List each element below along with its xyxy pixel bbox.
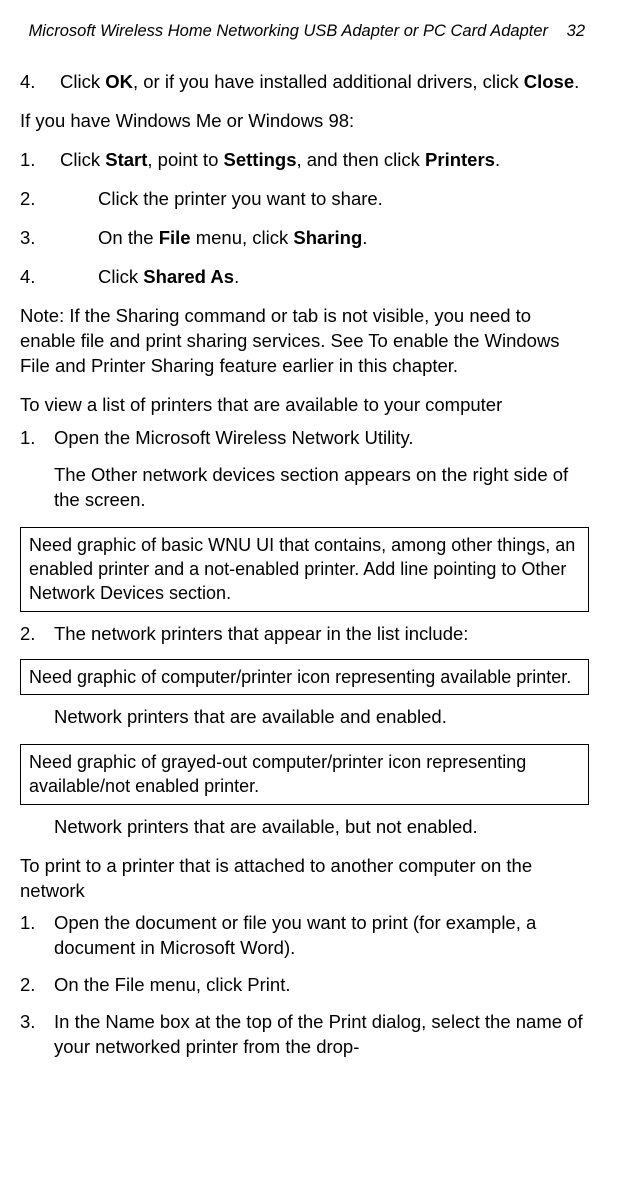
note-paragraph: Note: If the Sharing command or tab is n… xyxy=(20,304,589,379)
item-content: In the Name box at the top of the Print … xyxy=(54,1010,589,1060)
item-content: Click the printer you want to share. xyxy=(98,187,589,212)
list-item: 2. The network printers that appear in t… xyxy=(20,622,589,647)
item-content: The network printers that appear in the … xyxy=(54,622,589,647)
item-content: On the File menu, click Sharing. xyxy=(98,226,589,251)
sub-paragraph: Network printers that are available and … xyxy=(54,705,589,730)
item-number: 2. xyxy=(20,973,54,998)
list-item: 3. In the Name box at the top of the Pri… xyxy=(20,1010,589,1060)
list-item: 2. On the File menu, click Print. xyxy=(20,973,589,998)
list-item: 1. Click Start, point to Settings, and t… xyxy=(20,148,589,173)
page-header: Microsoft Wireless Home Networking USB A… xyxy=(20,20,589,42)
section-heading: To print to a printer that is attached t… xyxy=(20,854,589,904)
list-item: 4. Click OK, or if you have installed ad… xyxy=(20,70,589,95)
item-content: Click Shared As. xyxy=(98,265,589,290)
sub-paragraph: The Other network devices section appear… xyxy=(54,463,589,513)
item-content: Open the Microsoft Wireless Network Util… xyxy=(54,426,589,451)
header-title: Microsoft Wireless Home Networking USB A… xyxy=(29,22,548,40)
page-number: 32 xyxy=(567,22,585,40)
list-item: 1. Open the Microsoft Wireless Network U… xyxy=(20,426,589,451)
item-content: Open the document or file you want to pr… xyxy=(54,911,589,961)
list-item: 3. On the File menu, click Sharing. xyxy=(20,226,589,251)
item-number: 3. xyxy=(20,1010,54,1060)
item-number: 1. xyxy=(20,426,54,451)
item-content: On the File menu, click Print. xyxy=(54,973,589,998)
item-number: 4. xyxy=(20,265,98,290)
item-content: Click Start, point to Settings, and then… xyxy=(60,148,589,173)
item-number: 3. xyxy=(20,226,98,251)
sub-paragraph: Network printers that are available, but… xyxy=(54,815,589,840)
graphic-placeholder-box: Need graphic of grayed-out computer/prin… xyxy=(20,744,589,805)
item-content: Click OK, or if you have installed addit… xyxy=(60,70,589,95)
graphic-placeholder-box: Need graphic of computer/printer icon re… xyxy=(20,659,589,695)
section-heading: To view a list of printers that are avai… xyxy=(20,393,589,418)
list-item: 1. Open the document or file you want to… xyxy=(20,911,589,961)
list-item: 2. Click the printer you want to share. xyxy=(20,187,589,212)
item-number: 1. xyxy=(20,911,54,961)
graphic-placeholder-box: Need graphic of basic WNU UI that contai… xyxy=(20,527,589,612)
item-number: 2. xyxy=(20,187,98,212)
item-number: 2. xyxy=(20,622,54,647)
paragraph: If you have Windows Me or Windows 98: xyxy=(20,109,589,134)
list-item: 4. Click Shared As. xyxy=(20,265,589,290)
